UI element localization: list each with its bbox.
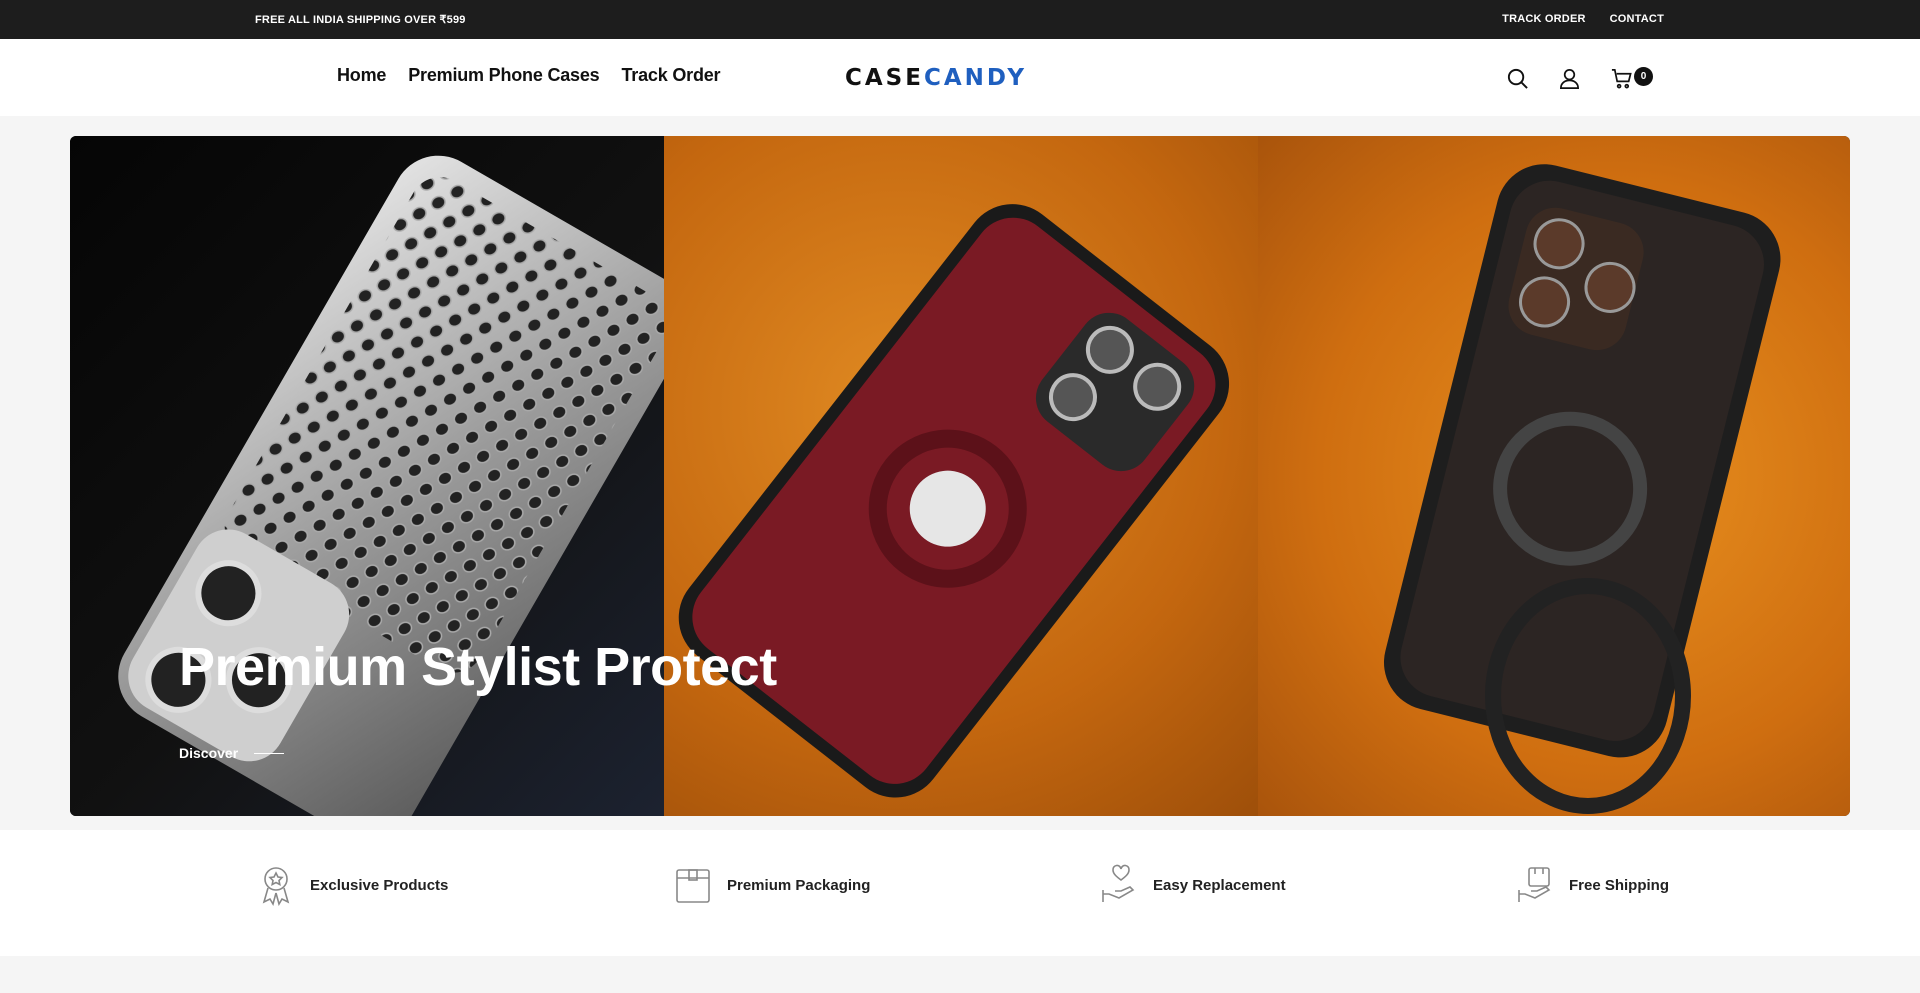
header-icons: 0 bbox=[1504, 65, 1653, 91]
feature-free-shipping: Free Shipping bbox=[1515, 864, 1669, 906]
hand-heart-icon bbox=[1102, 864, 1135, 902]
logo-part-candy: CANDY bbox=[923, 65, 1027, 91]
shipping-message: FREE ALL INDIA SHIPPING OVER ₹599 bbox=[255, 14, 466, 26]
cart-icon bbox=[1611, 68, 1632, 88]
hero-banner: Premium Stylist Protect Discover bbox=[70, 136, 1850, 816]
discover-link[interactable]: Discover bbox=[179, 745, 285, 761]
hero-image-perforated-case bbox=[70, 136, 664, 816]
feature-label: Easy Replacement bbox=[1153, 876, 1286, 894]
feature-premium-packaging: Premium Packaging bbox=[673, 864, 870, 906]
announcement-links: TRACK ORDER CONTACT bbox=[1502, 13, 1664, 25]
main-nav: Home Premium Phone Cases Track Order bbox=[337, 65, 721, 86]
cart-button[interactable]: 0 bbox=[1608, 65, 1653, 91]
logo-part-case: CASE bbox=[845, 65, 924, 91]
site-header: Home Premium Phone Cases Track Order CAS… bbox=[0, 39, 1920, 116]
track-order-link[interactable]: TRACK ORDER bbox=[1502, 13, 1585, 25]
feature-easy-replacement: Easy Replacement bbox=[1099, 864, 1286, 906]
account-button[interactable] bbox=[1556, 65, 1582, 91]
feature-label: Free Shipping bbox=[1569, 876, 1670, 894]
announcement-bar: FREE ALL INDIA SHIPPING OVER ₹599 TRACK … bbox=[0, 0, 1920, 39]
site-logo[interactable]: CASECANDY bbox=[845, 65, 1027, 91]
truck-hand-icon bbox=[1518, 867, 1551, 902]
perforated-phone-illustration bbox=[118, 155, 664, 816]
features-bar: Exclusive Products Premium Packaging Eas… bbox=[0, 830, 1920, 956]
award-icon bbox=[262, 867, 290, 906]
standing-phone-illustration bbox=[1383, 164, 1781, 814]
leather-phone-illustration bbox=[678, 204, 1230, 798]
bottom-strip bbox=[0, 956, 1920, 993]
hero-image-standing-case bbox=[1258, 136, 1850, 816]
contact-link[interactable]: CONTACT bbox=[1610, 13, 1664, 25]
hero-image-leather-case bbox=[664, 136, 1258, 816]
feature-exclusive-products: Exclusive Products bbox=[256, 864, 448, 906]
account-icon bbox=[1559, 68, 1579, 89]
nav-track-order[interactable]: Track Order bbox=[622, 65, 721, 86]
box-icon bbox=[676, 869, 710, 903]
feature-label: Premium Packaging bbox=[727, 876, 871, 894]
search-icon bbox=[1507, 68, 1528, 89]
nav-home[interactable]: Home bbox=[337, 65, 386, 86]
discover-label: Discover bbox=[179, 745, 239, 761]
discover-line bbox=[254, 752, 285, 754]
search-button[interactable] bbox=[1504, 65, 1530, 91]
nav-premium-phone-cases[interactable]: Premium Phone Cases bbox=[408, 65, 599, 86]
feature-label: Exclusive Products bbox=[310, 876, 449, 894]
hero-title: Premium Stylist Protect bbox=[179, 637, 777, 697]
cart-count-badge: 0 bbox=[1634, 67, 1653, 86]
